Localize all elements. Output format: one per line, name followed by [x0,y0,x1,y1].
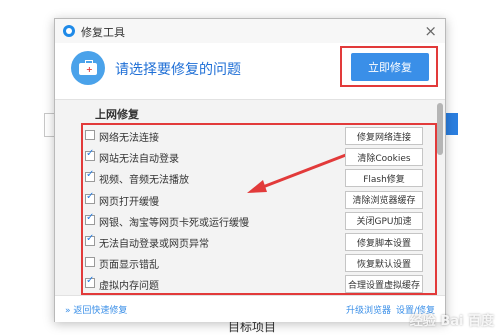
repair-item-label: 视频、音频无法播放 [99,175,189,187]
back-to-quick-repair-link[interactable]: » 返回快速修复 [65,303,127,316]
repair-item-row: 网络无法连接 修复网络连接 [85,125,433,147]
repair-item-checkbox[interactable] [85,275,95,289]
repair-now-button[interactable]: 立即修复 [351,53,429,81]
repair-item-button[interactable]: 修复网络连接 [345,127,423,145]
repair-item-button[interactable]: 恢复默认设置 [345,254,423,273]
repair-item-row: 无法自动登录或网页异常 修复脚本设置 [85,231,433,253]
repair-item-label: 网页打开缓慢 [99,196,159,208]
repair-item-label: 页面显示错乱 [99,260,159,272]
close-icon[interactable]: × [424,22,437,40]
repair-item-checkbox[interactable] [85,191,95,204]
dialog-titlebar: 修复工具 × [55,19,445,43]
watermark: 经验 Bai 百度 [409,314,494,329]
repair-prompt: 请选择要修复的问题 [115,62,241,78]
scroll-thumb[interactable] [437,103,443,155]
repair-item-checkbox[interactable] [85,257,95,268]
dialog-title: 修复工具 [81,26,125,39]
section-title: 上网修复 [95,108,139,121]
repair-item-row: 页面显示错乱 恢复默认设置 [85,252,433,274]
first-aid-kit-icon: + [71,51,105,85]
repair-item-button[interactable]: 关闭GPU加速 [345,211,423,230]
repair-item-label: 网络无法连接 [99,133,159,144]
browser-logo-icon [63,25,75,37]
scrollbar[interactable] [437,103,443,293]
repair-item-label: 网站无法自动登录 [99,154,179,166]
repair-item-checkbox[interactable] [85,212,95,225]
repair-item-checkbox[interactable] [85,233,95,246]
repair-item-button[interactable]: 修复脚本设置 [345,233,423,251]
upgrade-browser-link[interactable]: 升级浏览器 [346,303,391,316]
repair-item-row: 网站无法自动登录 清除Cookies [85,146,433,168]
repair-item-row: 虚拟内存问题 合理设置虚拟缓存 [85,273,433,295]
repair-item-checkbox[interactable] [85,130,95,140]
repair-item-checkbox[interactable] [85,169,95,183]
repair-item-row: 网页打开缓慢 清除浏览器缓存 [85,189,433,211]
dialog-footer: » 返回快速修复 升级浏览器 设置/修复 [55,295,445,322]
repair-item-button[interactable]: 清除Cookies [345,148,423,167]
repair-item-row: 视频、音频无法播放 Flash修复 [85,167,433,189]
repair-item-button[interactable]: 清除浏览器缓存 [345,190,423,209]
repair-tool-dialog: 修复工具 × + 请选择要修复的问题 立即修复 上网修复 网络无法连接 修复网络连… [54,18,446,322]
repair-item-button[interactable]: Flash修复 [345,169,423,188]
repair-item-row: 网银、淘宝等网页卡死或运行缓慢 关闭GPU加速 [85,210,433,232]
repair-item-checkbox[interactable] [85,148,95,162]
repair-item-button[interactable]: 合理设置虚拟缓存 [345,275,423,294]
repair-item-label: 虚拟内存问题 [99,281,159,293]
dialog-header: + 请选择要修复的问题 立即修复 [55,43,445,99]
repair-item-label: 网银、淘宝等网页卡死或运行缓慢 [99,217,249,229]
repair-item-label: 无法自动登录或网页异常 [99,239,209,250]
